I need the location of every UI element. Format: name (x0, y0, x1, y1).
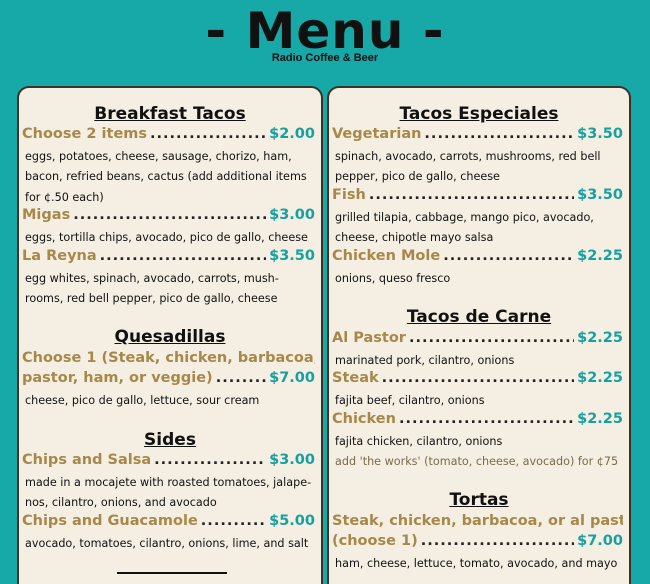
item-name: Fish (332, 187, 366, 203)
item-price: $2.00 (269, 126, 315, 142)
item-name: Choose 2 items (22, 126, 148, 142)
item-price: $2.25 (577, 411, 623, 427)
leader-dots: ........................................… (200, 513, 267, 529)
item-description: avocado, tomatoes, cilantro, onions, lim… (25, 537, 309, 550)
item-name: Al Pastor (332, 330, 406, 346)
leader-dots: ........................................… (368, 187, 574, 203)
leader-dots: ........................................… (99, 248, 266, 264)
leader-dots: ........................................… (73, 207, 266, 223)
item-description: ham, cheese, lettuce, tomato, avocado, a… (335, 557, 618, 570)
menu-item-vegetarian: Vegetarian .............................… (332, 126, 623, 146)
item-price: $3.00 (269, 452, 315, 468)
menu-item-chicken: Chicken ................................… (332, 411, 623, 431)
section-title-quesadillas: Quesadillas (114, 327, 226, 347)
item-name-line-1: Choose 1 (Steak, chicken, barbacoa, al (22, 350, 315, 366)
item-price: $2.25 (577, 330, 623, 346)
item-name: Chicken Mole (332, 248, 441, 264)
carne-note: add 'the works' (tomato, cheese, avocado… (335, 455, 619, 468)
item-name: Chips and Guacamole (22, 513, 198, 529)
item-description: eggs, potatoes, cheese, sausage, chorizo… (25, 150, 307, 204)
item-price: $2.25 (577, 248, 623, 264)
section-title-tortas: Tortas (449, 490, 509, 510)
item-name: Chicken (332, 411, 396, 427)
menu-subtitle: Radio Coffee & Beer (271, 52, 379, 64)
leader-dots: ........................................… (408, 330, 574, 346)
item-description: made in a mocajete with roasted tomatoes… (25, 476, 312, 510)
item-name-line-2: (choose 1) (332, 533, 418, 549)
item-description: fajita beef, cilantro, onions (335, 394, 485, 407)
leader-dots: ........................................… (398, 411, 575, 427)
leader-dots: ........................................… (150, 126, 266, 142)
leader-dots: ........................................… (154, 452, 266, 468)
item-price: $3.00 (269, 207, 315, 223)
item-description: marinated pork, cilantro, onions (335, 354, 515, 367)
menu-header: - Menu - Radio Coffee & Beer (0, 0, 650, 78)
item-name-line-1: Steak, chicken, barbacoa, or al pastor (332, 513, 623, 529)
item-name: Migas (22, 207, 71, 223)
item-description: cheese, pico de gallo, lettuce, sour cre… (25, 394, 260, 407)
leader-dots: ........................................… (443, 248, 574, 264)
leader-dots: ........................................… (420, 533, 574, 549)
item-description: egg whites, spinach, avocado, carrots, m… (25, 272, 279, 306)
item-description: grilled tilapia, cabbage, mango pico, av… (335, 211, 594, 245)
menu-item-la-reyna: La Reyna ...............................… (22, 248, 315, 268)
leader-dots: ........................................… (381, 370, 574, 386)
item-name: Vegetarian (332, 126, 422, 142)
menu-item-fish: Fish ...................................… (332, 187, 623, 207)
item-price: $2.25 (577, 370, 623, 386)
item-name: La Reyna (22, 248, 97, 264)
section-title-sides: Sides (144, 430, 196, 450)
menu-item-steak: Steak ..................................… (332, 370, 623, 390)
item-price: $3.50 (269, 248, 315, 264)
item-name-line-2: pastor, ham, or veggie) (22, 370, 213, 386)
item-price: $5.00 (269, 513, 315, 529)
item-description: eggs, tortilla chips, avocado, pico de g… (25, 231, 308, 244)
section-title-tacos-de-carne: Tacos de Carne (406, 307, 552, 327)
menu-item-torta: (choose 1) .............................… (332, 533, 623, 553)
item-description: spinach, avocado, carrots, mushrooms, re… (335, 150, 601, 184)
leader-dots: ........................................… (424, 126, 575, 142)
menu-panel-left: Breakfast Tacos Choose 2 items .........… (17, 86, 323, 584)
menu-item-migas: Migas ..................................… (22, 207, 315, 227)
item-name: Steak (332, 370, 379, 386)
item-description: onions, queso fresco (335, 272, 451, 285)
item-price: $7.00 (269, 370, 315, 386)
leader-dots: ........................................… (215, 370, 267, 386)
menu-item-quesadilla: pastor, ham, or veggie) ................… (22, 370, 315, 390)
item-price: $3.50 (577, 187, 623, 203)
divider (117, 572, 227, 574)
item-name: Chips and Salsa (22, 452, 152, 468)
item-price: $3.50 (577, 126, 623, 142)
section-title-breakfast-tacos: Breakfast Tacos (94, 104, 246, 124)
menu-item-chicken-mole: Chicken Mole ...........................… (332, 248, 623, 268)
section-title-tacos-especiales: Tacos Especiales (399, 104, 559, 124)
menu-item-chips-and-guacamole: Chips and Guacamole ....................… (22, 513, 315, 533)
menu-item-choose-2-items: Choose 2 items .........................… (22, 126, 315, 146)
menu-item-chips-and-salsa: Chips and Salsa ........................… (22, 452, 315, 472)
menu-panel-right: Tacos Especiales Vegetarian ............… (327, 86, 631, 584)
item-price: $7.00 (577, 533, 623, 549)
menu-item-al-pastor: Al Pastor ..............................… (332, 330, 623, 350)
item-description: fajita chicken, cilantro, onions (335, 435, 503, 448)
